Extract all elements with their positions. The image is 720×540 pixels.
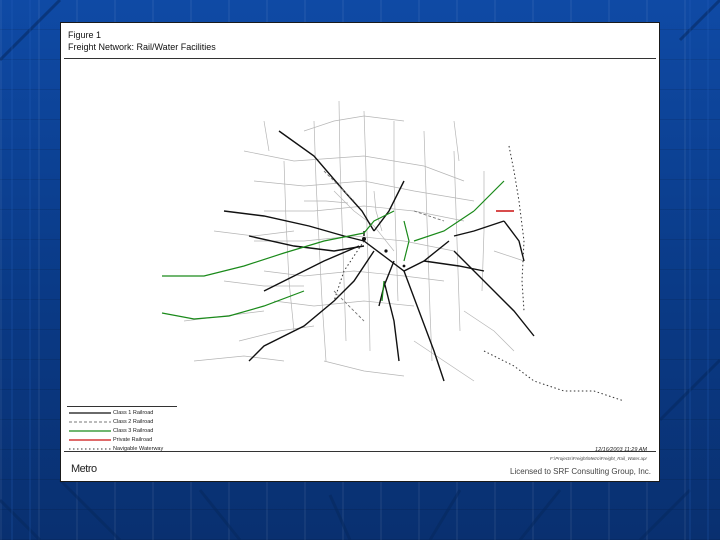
license-text: Licensed to SRF Consulting Group, Inc. <box>510 467 651 476</box>
road-network <box>183 100 525 382</box>
figure-subtitle: Freight Network: Rail/Water Facilities <box>68 42 216 52</box>
class1-railroads <box>223 130 535 382</box>
legend-item: Class 2 Railroad <box>67 418 177 426</box>
legend-swatch-class3 <box>69 430 111 432</box>
legend-item: Class 3 Railroad <box>67 427 177 435</box>
footer-divider <box>64 451 656 452</box>
legend-label: Class 3 Railroad <box>113 428 154 434</box>
title-block: Figure 1 Freight Network: Rail/Water Fac… <box>64 26 656 59</box>
downtown-cluster <box>362 237 406 268</box>
legend-item: Class 1 Railroad <box>67 409 177 417</box>
legend-item: Private Railroad <box>67 436 177 444</box>
legend-swatch-private <box>69 439 111 441</box>
legend-swatch-class2 <box>69 421 111 423</box>
map-figure: Figure 1 Freight Network: Rail/Water Fac… <box>60 22 660 482</box>
legend: Class 1 Railroad Class 2 Railroad Class … <box>67 406 177 455</box>
legend-label: Class 1 Railroad <box>113 410 154 416</box>
legend-label: Class 2 Railroad <box>113 419 154 425</box>
figure-title: Figure 1 <box>68 30 102 40</box>
legend-swatch-class1 <box>69 412 111 414</box>
rail-network-map <box>161 100 625 401</box>
metro-logo: Metro <box>71 463 97 475</box>
file-path: F:\Projects\Freight\Metro\Freight_Rail_W… <box>549 456 647 461</box>
timestamp: 12/16/2003 11:29 AM <box>595 447 647 453</box>
legend-label: Private Railroad <box>113 437 153 443</box>
